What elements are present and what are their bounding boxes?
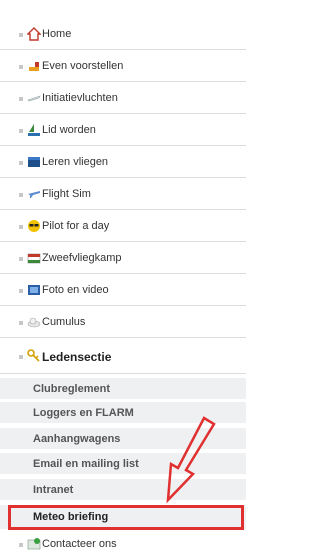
annotation-arrow-icon <box>166 416 216 504</box>
